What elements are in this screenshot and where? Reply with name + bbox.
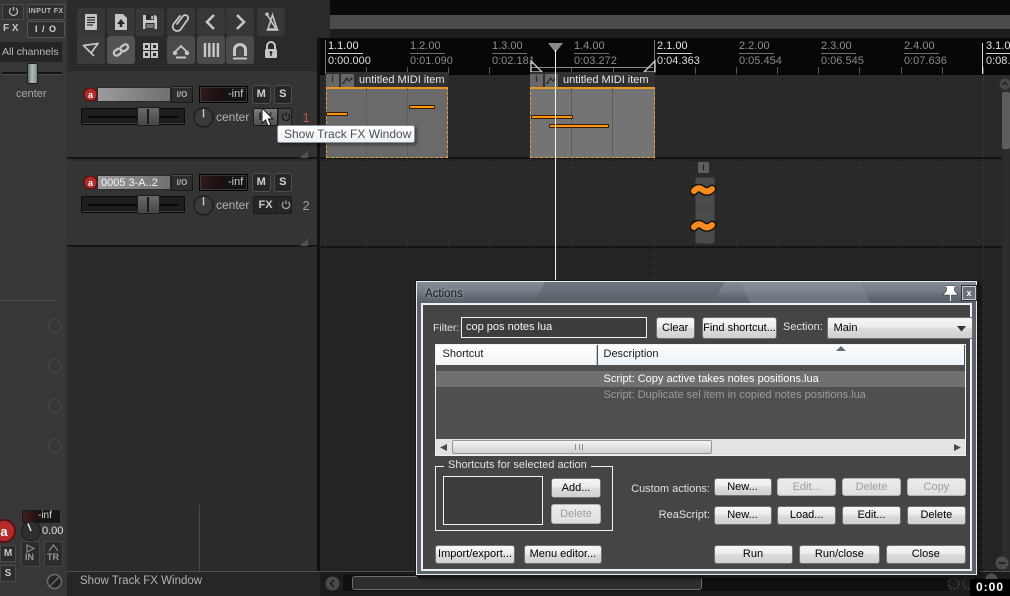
- svg-text:a: a: [0, 524, 8, 539]
